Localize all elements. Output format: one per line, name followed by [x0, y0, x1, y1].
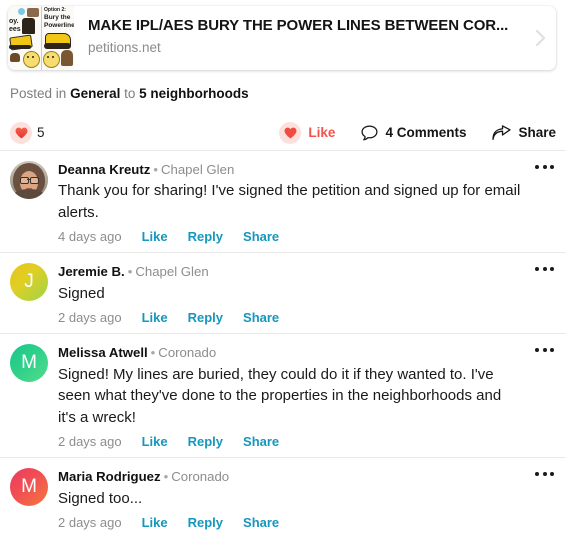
avatar-initial: M: [21, 475, 37, 497]
comment-text: Signed! My lines are buried, they could …: [58, 365, 502, 426]
comment-meta: 2 days ago Like Reply Share: [58, 515, 522, 530]
comment-share-link[interactable]: Share: [243, 229, 279, 244]
post-action-bar: 5 Like 4 Comments Share: [0, 116, 566, 150]
more-options-icon[interactable]: [535, 266, 554, 271]
comment-header: Jeremie B. • Chapel Glen: [58, 264, 522, 280]
comment-author[interactable]: Melissa Atwell: [58, 345, 148, 360]
link-host: petitions.net: [88, 40, 161, 56]
heart-icon: [10, 121, 32, 144]
comment-reply-link[interactable]: Reply: [188, 515, 223, 530]
comment-separator: •: [127, 263, 133, 279]
comment-text: Signed: [58, 284, 105, 302]
avatar-initial: J: [24, 270, 34, 292]
comment-share-link[interactable]: Share: [243, 310, 279, 325]
comment-reply-link[interactable]: Reply: [188, 434, 223, 449]
comments-button-label: 4 Comments: [385, 125, 467, 140]
link-thumbnail-image: oy. ees Option 2: Bury the Powerline: [8, 6, 74, 70]
share-button[interactable]: Share: [492, 124, 556, 141]
chevron-right-icon[interactable]: [526, 6, 556, 70]
more-options-icon[interactable]: [535, 471, 554, 476]
more-options-icon[interactable]: [535, 164, 554, 169]
comment-bubble-icon: [361, 124, 378, 141]
like-button[interactable]: Like: [279, 121, 336, 144]
comments-button[interactable]: 4 Comments: [361, 124, 467, 141]
avatar[interactable]: [10, 160, 48, 199]
comment-meta: 2 days ago Like Reply Share: [58, 434, 522, 449]
comment-item: J Jeremie B. • Chapel Glen Signed 2 days a…: [0, 253, 566, 333]
comment-text: Signed too...: [58, 489, 143, 507]
posted-in-line: Posted in General to 5 neighborhoods: [10, 87, 566, 101]
comment-like-link[interactable]: Like: [142, 229, 168, 244]
comment-neighborhood: Chapel Glen: [135, 263, 209, 279]
post-actions-group: Like 4 Comments Share: [279, 121, 556, 144]
avatar[interactable]: M: [10, 344, 48, 383]
comment-timestamp: 2 days ago: [58, 310, 122, 326]
comment-neighborhood: Coronado: [158, 345, 217, 361]
comment-author[interactable]: Deanna Kreutz: [58, 162, 150, 177]
comment-reply-link[interactable]: Reply: [188, 310, 223, 325]
comment-separator: •: [163, 468, 169, 484]
comment-like-link[interactable]: Like: [142, 515, 168, 530]
avatar-initial: M: [21, 352, 37, 374]
comment-header: Melissa Atwell • Coronado: [58, 345, 522, 361]
comment-header: Maria Rodriguez • Coronado: [58, 469, 522, 485]
comment-neighborhood: Chapel Glen: [160, 161, 235, 177]
comment-timestamp: 2 days ago: [58, 514, 122, 530]
posted-in-prefix: Posted in: [10, 86, 67, 101]
like-button-label: Like: [308, 125, 336, 140]
avatar[interactable]: J: [10, 262, 48, 301]
comment-author[interactable]: Maria Rodriguez: [58, 469, 161, 484]
comment-item: M Maria Rodriguez • Coronado Signed too...…: [0, 458, 566, 538]
comment-meta: 2 days ago Like Reply Share: [58, 310, 522, 325]
comment-like-link[interactable]: Like: [142, 310, 168, 325]
comment-header: Deanna Kreutz • Chapel Glen: [58, 162, 522, 178]
link-title: MAKE IPL/AES BURY THE POWER LINES BETWEE…: [88, 17, 509, 34]
heart-icon: [279, 121, 302, 144]
reaction-count-label: 5: [37, 125, 45, 140]
link-preview-card[interactable]: oy. ees Option 2: Bury the Powerline MAK…: [8, 6, 556, 70]
comment-neighborhood: Coronado: [171, 468, 230, 484]
comment-meta: 4 days ago Like Reply Share: [58, 229, 522, 244]
comment-author[interactable]: Jeremie B.: [58, 264, 125, 279]
posted-in-audience[interactable]: 5 neighborhoods: [139, 86, 249, 101]
comment-timestamp: 4 days ago: [58, 228, 122, 244]
comment-separator: •: [150, 345, 156, 361]
comment-share-link[interactable]: Share: [243, 515, 279, 530]
comment-reply-link[interactable]: Reply: [188, 229, 223, 244]
comment-item: M Melissa Atwell • Coronado Signed! My lin…: [0, 334, 566, 457]
comment-share-link[interactable]: Share: [243, 434, 279, 449]
reaction-count-button[interactable]: 5: [10, 121, 45, 144]
posted-in-category[interactable]: General: [70, 86, 120, 101]
comment-like-link[interactable]: Like: [142, 434, 168, 449]
share-arrow-icon: [492, 124, 512, 141]
share-button-label: Share: [518, 125, 556, 140]
comment-timestamp: 2 days ago: [58, 433, 122, 449]
comment-text: Thank you for sharing! I've signed the p…: [58, 182, 521, 221]
comment-item: Deanna Kreutz • Chapel Glen Thank you for …: [0, 151, 566, 252]
avatar[interactable]: M: [10, 467, 48, 506]
more-options-icon[interactable]: [535, 348, 554, 353]
comment-separator: •: [153, 161, 158, 177]
posted-in-middle: to: [124, 86, 136, 101]
